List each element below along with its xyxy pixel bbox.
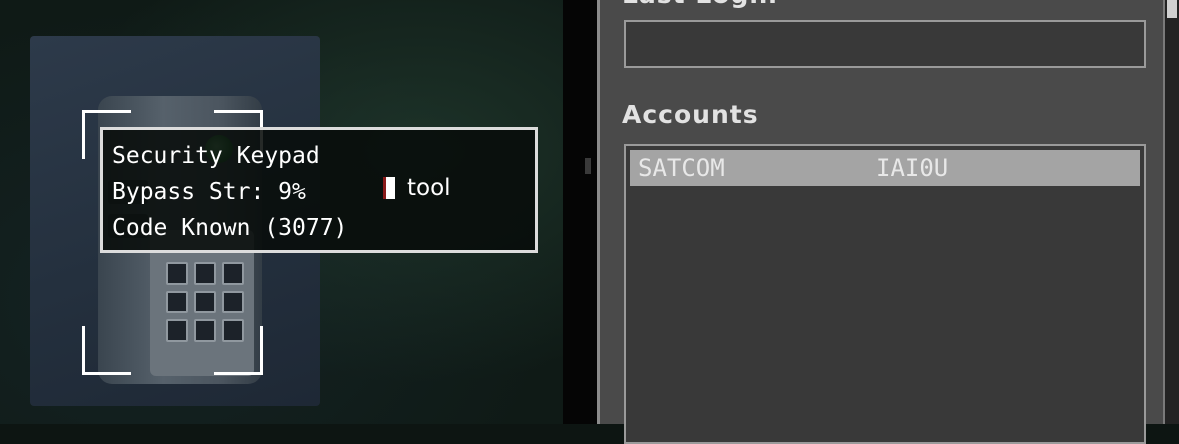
tool-indicator: tool	[383, 170, 451, 206]
divider-handle[interactable]	[585, 158, 591, 174]
tooltip-title: Security Keypad	[112, 143, 320, 169]
computer-panel: Last Login Accounts SATCOM IAI0U	[597, 0, 1179, 444]
keypad-key	[194, 319, 216, 342]
tooltip-code-known: Code Known (3077)	[112, 215, 348, 241]
target-bracket-bottom-right	[214, 326, 263, 375]
keypad-key	[166, 319, 188, 342]
keypad-key	[166, 262, 188, 285]
last-login-label: Last Login	[622, 0, 778, 9]
keypad-key	[222, 290, 244, 314]
tool-label: tool	[407, 175, 451, 201]
tool-icon	[383, 177, 395, 199]
last-login-field[interactable]	[624, 20, 1146, 68]
keypad-key	[222, 262, 244, 285]
tooltip-bypass-strength: Bypass Str: 9%	[112, 179, 306, 205]
game-world-view[interactable]: Security Keypad Bypass Str: 9% Code Know…	[0, 0, 563, 424]
accounts-list[interactable]: SATCOM IAI0U	[624, 144, 1146, 444]
account-password: IAI0U	[876, 154, 949, 182]
keypad-key	[194, 290, 216, 314]
panel-divider	[563, 0, 597, 424]
panel-scrollbar[interactable]	[1163, 0, 1179, 424]
target-bracket-bottom-left	[82, 326, 131, 375]
object-info-tooltip: Security Keypad Bypass Str: 9% Code Know…	[100, 127, 538, 253]
account-row[interactable]: SATCOM IAI0U	[630, 150, 1140, 186]
keypad-key	[166, 290, 188, 314]
accounts-label: Accounts	[622, 100, 759, 129]
account-name: SATCOM	[638, 154, 725, 182]
keypad-key	[194, 262, 216, 285]
scrollbar-thumb[interactable]	[1167, 0, 1177, 18]
